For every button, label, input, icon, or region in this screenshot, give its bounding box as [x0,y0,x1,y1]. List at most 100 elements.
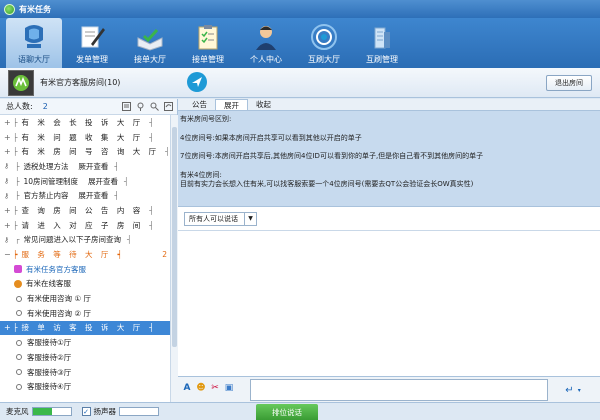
room-header: 有米官方客服房间(10) 退出房间 [0,68,600,98]
speak-target-bar: 所有人可以说话 ▼ [178,207,600,231]
speak-target-value: 所有人可以说话 [189,214,238,223]
tree-item-selected[interactable]: + ├ 接 单 访 客 投 诉 大 厅 ┤ [0,320,177,336]
clipboard-icon [198,25,218,50]
building-icon [374,27,390,49]
tab-collapse[interactable]: 收起 [248,99,279,110]
tree-item[interactable]: + ├ 查 询 房 间 公 告 内 容 ┤ [0,203,177,218]
toolbar-mutual-manage[interactable]: 互刷管理 [354,18,410,68]
search-icon[interactable] [150,102,159,111]
tree-item[interactable]: + ├ 有 米 会 长 投 诉 大 厅 ┤ [0,115,177,130]
key-icon: ⚷ [4,191,10,200]
room-logo-icon [13,75,29,91]
speak-target-select[interactable]: 所有人可以说话 ▼ [184,211,257,226]
mic-volume-meter[interactable] [31,407,72,416]
toolbar-order-publish[interactable]: 发单管理 [64,18,120,68]
tree-item[interactable]: ⚷ ├ 透税处理方法 厥开查看 ┤ [0,159,177,174]
tree-item[interactable]: 客服接待②厅 [0,350,177,365]
room-tree: + ├ 有 米 会 长 投 诉 大 厅 ┤ + ├ 有 米 问 题 收 集 大 厅 ┤ + ├… [0,115,177,394]
toolbar-voice-hall[interactable]: 语聊大厅 [6,18,62,68]
toolbar-label: 个人中心 [250,55,282,64]
tab-notice[interactable]: 公告 [184,99,215,110]
list-view-icon[interactable] [122,102,131,111]
notice-line: 有米4位房间: [180,170,222,179]
scissors-icon[interactable]: ✂ [210,383,220,393]
tree-item[interactable]: + ├ 请 进 入 对 应 子 房 间 ┤ [0,218,177,233]
room-bullet-icon [16,295,22,302]
notice-content: 有米房间号区别: 4位房间号:如果本房间开启共享可以看到其他以开启的单子 7位房… [178,111,600,207]
tree-item[interactable]: + ├ 有 米 问 题 收 集 大 厅 ┤ [0,130,177,145]
room-name: 有米官方客服房间(10) [40,78,121,87]
location-icon[interactable] [136,102,145,111]
target-icon [311,24,337,50]
toolbar-personal-center[interactable]: 个人中心 [238,18,294,68]
sign-document-icon [81,26,105,48]
toolbar-receive-hall[interactable]: 接单大厅 [122,18,178,68]
font-icon[interactable]: A [182,383,192,393]
title-bar: 有米任务 [0,0,600,18]
tree-item[interactable]: 有米使用咨询 ② 厅 [0,306,177,321]
notice-tabs: 公告 展开 收起 [178,99,600,111]
plane-icon [192,77,202,87]
send-options-icon[interactable]: ▾ [578,387,581,394]
tree-item[interactable]: ⚷ ├ 官方禁止内容 展开查看 ┤ [0,188,177,203]
waiting-count: 2 [162,250,167,260]
tree-item[interactable]: 客服接待③厅 [0,365,177,380]
send-arrow-icon: ↵ [565,384,574,396]
message-input[interactable] [250,379,548,401]
tab-expand[interactable]: 展开 [215,99,248,110]
tree-scrollbar[interactable] [170,115,178,402]
emoji-icon[interactable]: ☻ [196,383,206,393]
speaker-label: 扬声器 [93,407,117,416]
mic-volume-fill [32,408,52,415]
tree-item[interactable]: 有米使用咨询 ① 厅 [0,291,177,306]
image-icon[interactable]: ▣ [224,383,234,393]
toolbar-label: 接单管理 [192,55,224,64]
tree-item[interactable]: + ├ 有 米 房 间 号 咨 询 大 厅 ┤ [0,144,177,159]
tree-item[interactable]: 客服接待④厅 [0,379,177,394]
speaker-checkbox[interactable]: ✓ [81,407,91,416]
room-bullet-icon [16,339,22,346]
tree-member[interactable]: 有米任务官方客服 [0,262,177,277]
notice-line: 7位房间号:本房间开启共享后,其他房间4位ID可以看到你的单子,但是你自己看不到… [180,152,484,160]
tree-item[interactable]: ⚷ ├ 10房间管理制度 展开查看 ┤ [0,174,177,189]
chevron-down-icon[interactable]: ▼ [244,212,256,225]
toolbar-mutual-hall[interactable]: 互刷大厅 [296,18,352,68]
room-bullet-icon [16,369,22,376]
key-icon: ⚷ [4,177,10,186]
member-count-bar: 总人数: 2 [0,99,177,115]
toolbar-label: 接单大厅 [134,55,166,64]
send-button[interactable]: ↵ ▾ [558,382,588,398]
chat-panel: 公告 展开 收起 有米房间号区别: 4位房间号:如果本房间开启共享可以看到其他以… [178,99,600,402]
app-logo-icon [4,3,15,15]
message-input-row: A ☻ ✂ ▣ ↵ ▾ [178,376,600,402]
toolbar-label: 发单管理 [76,55,108,64]
plane-button[interactable] [187,72,207,92]
refresh-icon[interactable] [164,102,173,111]
user-icon [256,26,276,50]
speaker-volume-meter[interactable] [119,407,159,416]
notice-line: 目前有实力会长想入住有米,可以找客服索要一个4位房间号(需要去QT公会验证会长O… [180,180,474,188]
tree-item[interactable]: ⚷ ┌ 常见问题进入以下子房间查询 ┤ [0,233,177,248]
main-toolbar: 语聊大厅 发单管理 接单大厅 接单管理 个人中心 互刷大厅 互刷管理 [0,18,600,68]
toolbar-label: 互刷管理 [366,55,398,64]
receive-order-icon [137,28,163,51]
exit-room-button[interactable]: 退出房间 [546,75,592,91]
tree-item[interactable]: 客服接待①厅 [0,335,177,350]
toolbar-receive-manage[interactable]: 接单管理 [180,18,236,68]
queue-speak-button[interactable]: 排位说话 [256,404,318,420]
mic-icon [25,25,43,48]
scrollbar-thumb[interactable] [172,127,177,347]
room-bullet-icon [16,354,22,361]
gift-icon [14,265,22,274]
total-count: 2 [42,102,48,111]
toolbar-label: 语聊大厅 [18,55,50,64]
room-bullet-icon [16,383,22,390]
tree-item-waiting-hall[interactable]: − ┝ 服 务 等 待 大 厅 ┥ 2 [0,247,177,262]
notice-line: 4位房间号:如果本房间开启共享可以看到其他以开启的单子 [180,133,362,142]
key-icon: ⚷ [4,162,10,171]
notice-line: 有米房间号区别: [180,115,232,123]
room-tree-panel: 总人数: 2 + ├ 有 米 会 长 投 诉 大 厅 ┤ + ├ 有 米 问 题 收 集 … [0,99,178,402]
tree-member[interactable]: 有米在线客服 [0,277,177,292]
person-icon [14,279,22,288]
total-label: 总人数: [6,102,33,111]
